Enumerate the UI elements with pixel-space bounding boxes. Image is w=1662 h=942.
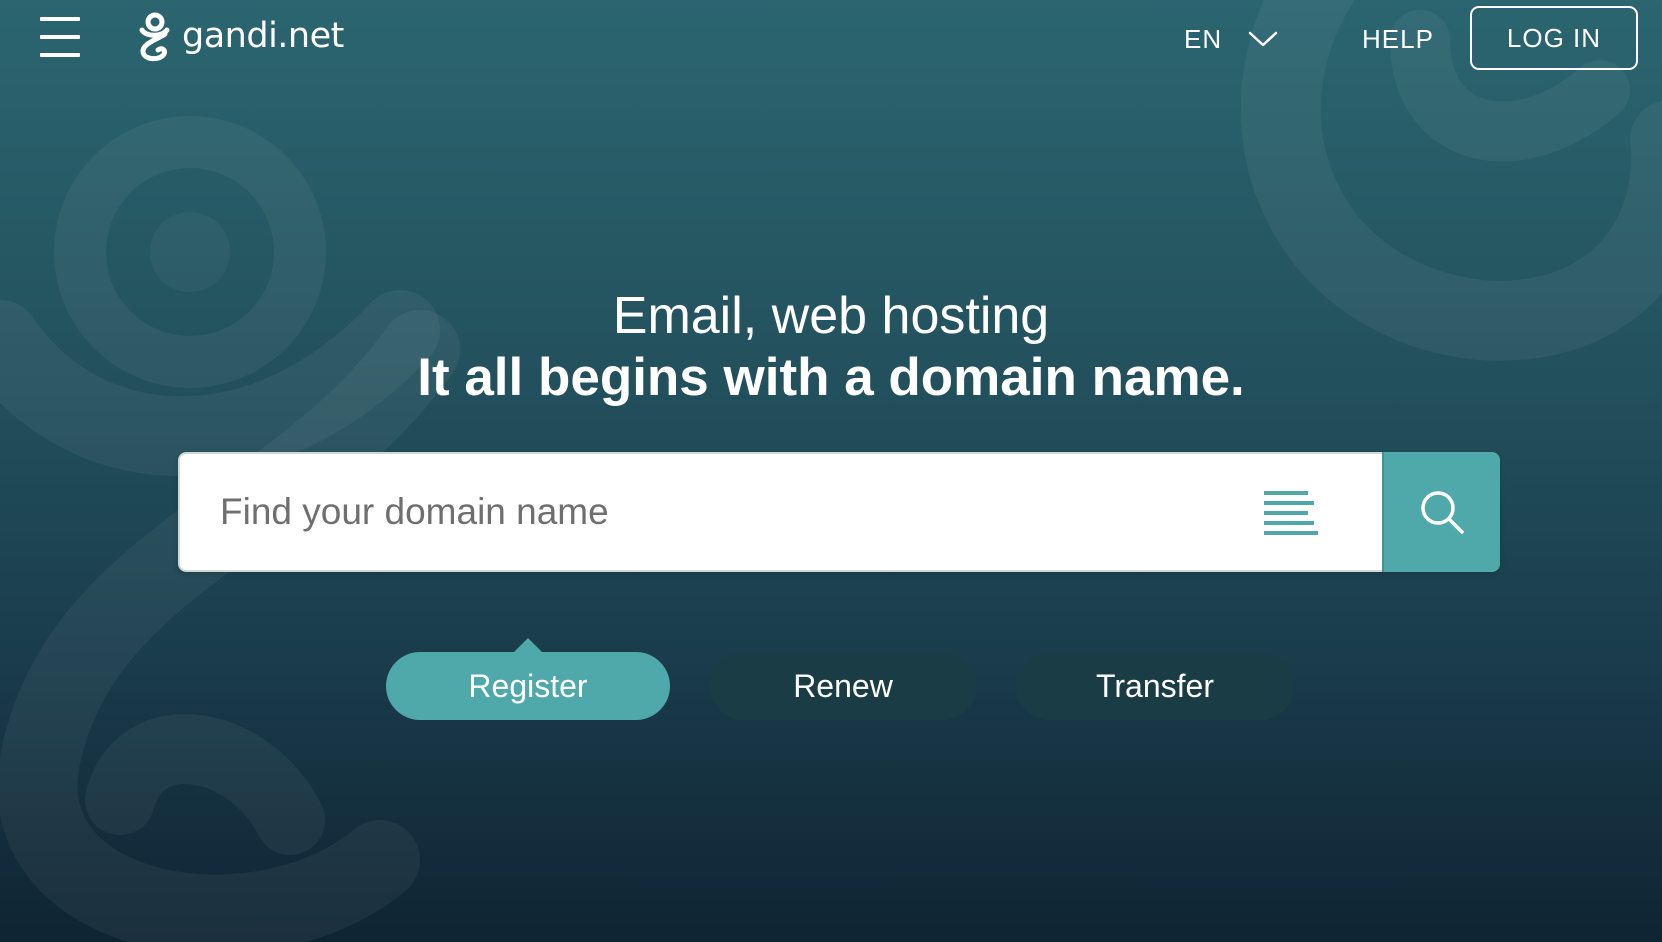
hero-title: Email, web hosting <box>612 287 1050 345</box>
gandi-logo[interactable]: gandi.net <box>138 8 344 64</box>
help-link[interactable]: HELP <box>1362 20 1434 58</box>
search-field-container <box>178 452 1382 572</box>
list-lines-icon[interactable] <box>1264 490 1318 536</box>
search-button[interactable] <box>1382 452 1500 572</box>
tab-renew[interactable]: Renew <box>710 652 976 720</box>
tab-register[interactable]: Register <box>386 652 670 720</box>
login-button[interactable]: LOG IN <box>1470 6 1638 70</box>
hamburger-menu-icon[interactable] <box>38 17 82 59</box>
logo-text: gandi.net <box>182 16 344 56</box>
language-selector[interactable]: EN <box>1184 20 1278 58</box>
domain-search-input[interactable] <box>220 454 1220 570</box>
gandi-logo-icon <box>139 12 170 62</box>
tab-transfer[interactable]: Transfer <box>1016 652 1294 720</box>
hero-subtitle: It all begins with a domain name. <box>417 348 1245 407</box>
active-tab-pointer <box>513 638 543 653</box>
magnifier-icon <box>1421 491 1464 534</box>
domain-search-bar <box>178 452 1500 572</box>
language-label: EN <box>1184 23 1223 54</box>
chevron-down-icon <box>1248 31 1278 47</box>
